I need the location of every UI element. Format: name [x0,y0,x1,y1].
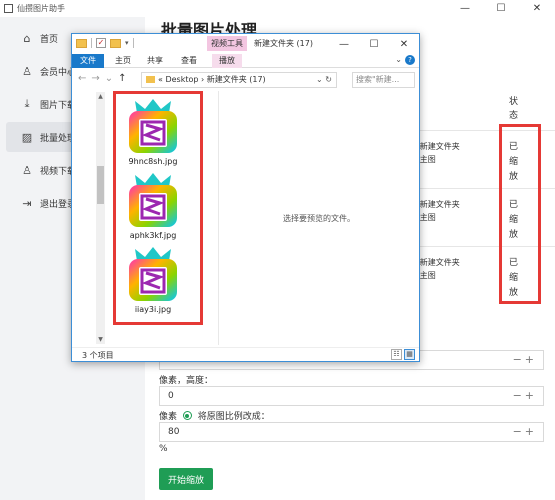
close-button[interactable]: ✕ [519,0,555,17]
nav-scrollbar[interactable]: ▲ ▼ [96,92,105,344]
width-stepper[interactable]: −+ [513,353,537,366]
tab-file[interactable]: 文件 [72,54,104,68]
path-line: \主图 [417,213,436,222]
view-switcher: ☷ ▦ [391,349,415,360]
app-titlebar: 仙攒图片助手 — ☐ ✕ [0,0,555,17]
status-column-header: 状态 [509,97,519,121]
start-scale-button[interactable]: 开始缩放 [159,468,213,490]
scroll-up-icon[interactable]: ▲ [96,93,105,100]
explorer-window-controls: — ☐ ✕ [329,34,419,54]
forward-icon[interactable]: → [91,73,104,84]
search-input[interactable]: 搜索"新建... [352,72,415,88]
customize-dropdown-icon[interactable]: ▾ [125,39,129,47]
address-text: « Desktop › 新建文件夹 (17) [158,75,266,84]
folder-icon [76,38,87,48]
path-line: \新建文件夹 [417,258,460,267]
nav-arrows: ←→⌄↑ [78,73,132,84]
item-count: 3 个项目 [82,351,114,360]
address-controls: ⌄ ↻ [316,73,332,87]
explorer-close-button[interactable]: ✕ [389,34,419,54]
percent-label: % [159,444,168,454]
user-video-icon: ♙ [22,163,32,177]
scroll-thumb[interactable] [97,166,104,204]
files-highlight-box [113,91,203,325]
minus-icon[interactable]: − [513,353,525,366]
plus-icon[interactable]: + [525,353,537,366]
address-folder-icon [146,76,155,83]
ratio-label-row: 像素 将原图比例改成： [159,409,270,422]
table-row-path: \新建文件夹 \主图 [417,140,460,166]
image-icon: ▨ [21,130,33,144]
refresh-icon[interactable]: ↻ [325,75,332,84]
logout-icon: ⇥ [22,196,32,210]
sidebar-item-label: 首页 [40,34,59,45]
details-view-icon[interactable]: ☷ [391,349,402,360]
height-label: 像素，高度： [159,376,214,386]
minus-icon[interactable]: − [513,389,525,402]
quick-access-toolbar: ✓ ▾ [76,38,134,48]
ribbon-controls: ⌄? [395,55,415,65]
preview-pane: 选择要预览的文件。 [219,91,419,345]
large-icons-view-icon[interactable]: ▦ [404,349,415,360]
tab-view[interactable]: 查看 [176,54,202,68]
path-line: \主图 [417,271,436,280]
app-logo-icon [4,4,13,13]
explorer-maximize-button[interactable]: ☐ [359,34,389,54]
window-controls: — ☐ ✕ [447,0,555,17]
address-bar[interactable]: « Desktop › 新建文件夹 (17) ⌄ ↻ [141,72,337,88]
explorer-titlebar: ✓ ▾ 视频工具 新建文件夹 (17) — ☐ ✕ [72,34,419,54]
table-row-path: \新建文件夹 \主图 [417,256,460,282]
plus-icon[interactable]: + [525,389,537,402]
user-icon: ♙ [22,64,32,78]
address-dropdown-icon[interactable]: ⌄ [316,75,323,84]
properties-icon[interactable]: ✓ [96,38,106,48]
up-icon[interactable]: ↑ [118,73,131,84]
video-tools-tab[interactable]: 视频工具 [207,36,247,51]
explorer-ribbon: 文件 主页 共享 查看 播放 ⌄? [72,54,419,68]
minus-icon[interactable]: − [513,425,525,438]
new-folder-icon[interactable] [110,38,121,48]
expand-ribbon-icon[interactable]: ⌄ [395,55,402,64]
table-row-path: \新建文件夹 \主图 [417,198,460,224]
address-row: ←→⌄↑ « Desktop › 新建文件夹 (17) ⌄ ↻ 搜索"新建... [72,70,419,90]
search-placeholder: 搜索"新建... [356,75,400,84]
ratio-label: 将原图比例改成： [197,412,270,422]
explorer-status-bar: 3 个项目 ☷ ▦ [72,347,419,361]
status-highlight-box [499,124,541,304]
maximize-button[interactable]: ☐ [483,0,519,17]
help-icon[interactable]: ? [405,55,415,65]
toolbar-separator [132,38,134,48]
back-icon[interactable]: ← [78,73,91,84]
ratio-input[interactable]: 80 −+ [159,422,544,442]
download-icon: ⤓ [24,97,30,110]
app-title: 仙攒图片助手 [17,4,65,13]
recent-dropdown-icon[interactable]: ⌄ [105,73,118,84]
ratio-radio[interactable] [182,411,192,420]
file-explorer-window: ✓ ▾ 视频工具 新建文件夹 (17) — ☐ ✕ 文件 主页 共享 查看 播放… [71,33,420,362]
height-value: 0 [168,391,174,401]
ratio-prefix: 像素 [159,412,178,422]
height-input[interactable]: 0 −+ [159,386,544,406]
tab-home[interactable]: 主页 [110,54,136,68]
plus-icon[interactable]: + [525,425,537,438]
tab-share[interactable]: 共享 [142,54,168,68]
path-line: \新建文件夹 [417,200,460,209]
minimize-button[interactable]: — [447,0,483,17]
toolbar-separator [91,38,92,48]
path-line: \主图 [417,155,436,164]
explorer-minimize-button[interactable]: — [329,34,359,54]
explorer-title: 新建文件夹 (17) [254,39,313,48]
ratio-stepper[interactable]: −+ [513,425,537,438]
preview-message: 选择要预览的文件。 [283,213,355,223]
tab-play[interactable]: 播放 [212,54,242,68]
path-line: \新建文件夹 [417,142,460,151]
ratio-value: 80 [168,427,180,437]
scroll-down-icon[interactable]: ▼ [96,336,105,343]
height-stepper[interactable]: −+ [513,389,537,402]
home-icon: ⌂ [23,31,31,45]
